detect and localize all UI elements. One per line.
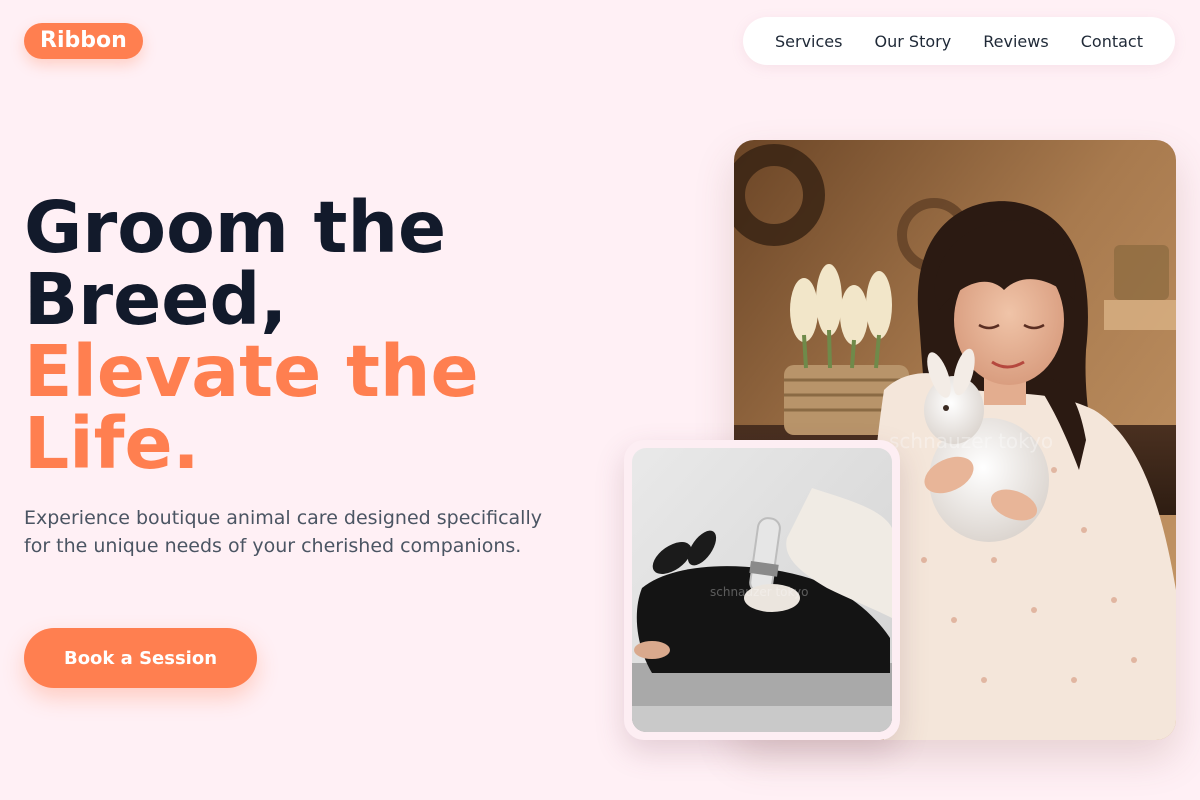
nav-our-story[interactable]: Our Story [875,32,952,51]
inset-photo-frame: schnauzer tokyo [624,440,900,740]
hero-subtext: Experience boutique animal care designed… [24,507,542,557]
headline-accent-line-1: Elevate the [24,330,479,413]
inset-photo-watermark: schnauzer tokyo [710,585,808,599]
nav-reviews[interactable]: Reviews [983,32,1048,51]
nav-services[interactable]: Services [775,32,842,51]
inset-photo-illustration: schnauzer tokyo [632,448,892,732]
main-nav: Services Our Story Reviews Contact [743,17,1175,65]
brand-logo[interactable]: Ribbon [24,23,143,59]
nav-contact[interactable]: Contact [1081,32,1143,51]
headline-accent-line-2: Life. [24,402,200,485]
main-photo-watermark: schnauzer tokyo [889,429,1053,453]
book-session-button[interactable]: Book a Session [24,628,257,688]
hero-headline: Groom the Breed, Elevate the Life. [24,192,624,480]
headline-line-1: Groom the [24,186,447,269]
headline-line-2: Breed, [24,258,288,341]
inset-photo-grooming: schnauzer tokyo [632,448,892,732]
